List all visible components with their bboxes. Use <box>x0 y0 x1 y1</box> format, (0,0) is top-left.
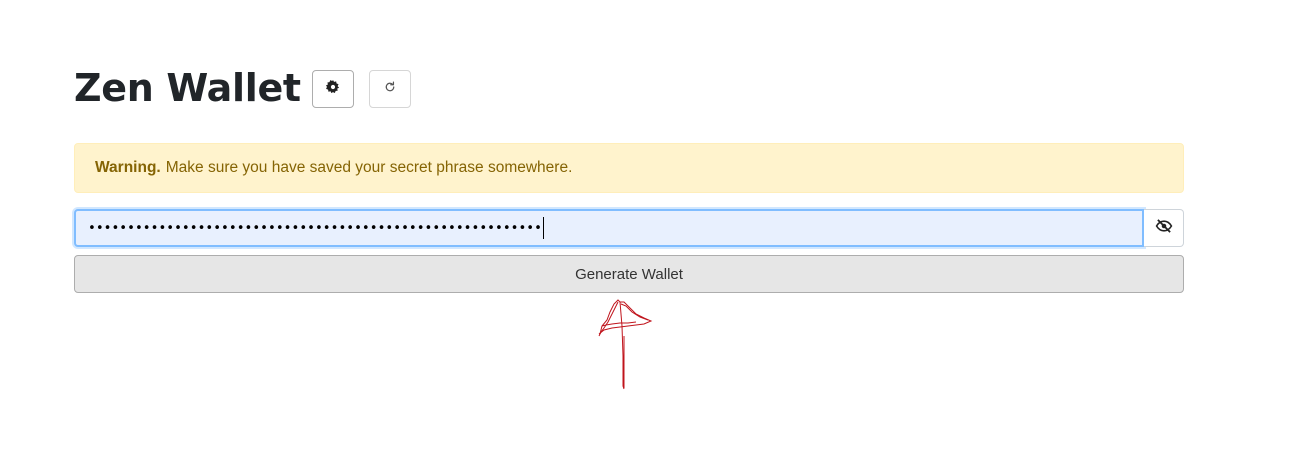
warning-message: Make sure you have saved your secret phr… <box>165 159 573 176</box>
text-caret <box>542 217 544 239</box>
page-title: Zen Wallet <box>74 66 301 110</box>
eye-slash-icon <box>1155 218 1173 238</box>
refresh-button[interactable] <box>368 70 411 108</box>
hand-drawn-arrow-annotation <box>590 296 660 397</box>
secret-phrase-group: ••••••••••••••••••••••••••••••••••••••••… <box>74 209 1184 247</box>
secret-phrase-input[interactable]: ••••••••••••••••••••••••••••••••••••••••… <box>74 209 1144 247</box>
page: Zen Wallet Warning. Make sure you have s… <box>0 0 1289 453</box>
gear-icon <box>325 79 340 99</box>
toggle-visibility-button[interactable] <box>1144 209 1184 247</box>
header: Zen Wallet <box>74 66 411 110</box>
warning-alert: Warning. Make sure you have saved your s… <box>74 143 1184 193</box>
refresh-icon <box>384 80 396 98</box>
secret-phrase-masked-value: ••••••••••••••••••••••••••••••••••••••••… <box>88 220 542 236</box>
settings-button[interactable] <box>311 70 354 108</box>
generate-wallet-button[interactable]: Generate Wallet <box>74 255 1184 293</box>
warning-label: Warning. <box>95 159 161 176</box>
